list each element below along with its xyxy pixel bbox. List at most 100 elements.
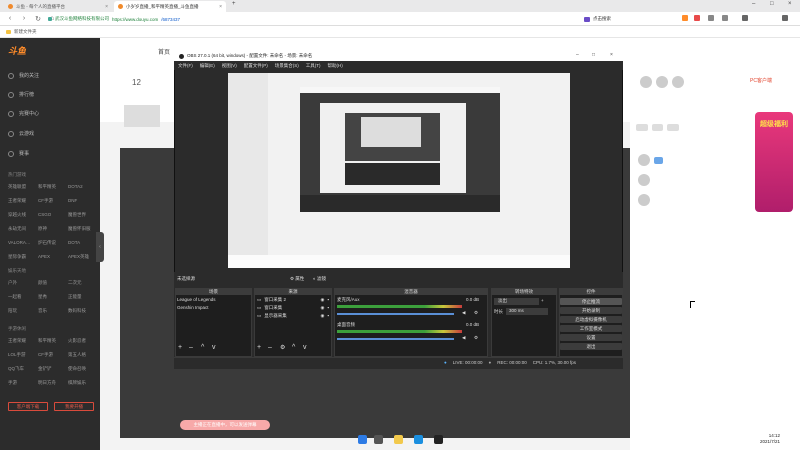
sidebar-game[interactable]: APEX英雄 [68, 254, 98, 260]
new-tab-icon[interactable]: + [232, 1, 236, 7]
menu-file[interactable]: 文件(F) [178, 63, 193, 69]
sidebar-game[interactable]: CF手游 [38, 198, 68, 204]
studio-mode-button[interactable]: 工作室模式 [560, 325, 622, 332]
scene-item[interactable]: League of Legends [177, 297, 216, 302]
sidebar-game[interactable]: 永劫无间 [8, 226, 38, 232]
volume-slider[interactable] [337, 338, 454, 340]
avatar[interactable] [638, 174, 650, 186]
sidebar-mobile[interactable]: QQ飞车 [8, 366, 38, 372]
transition-select[interactable]: 淡出 [494, 298, 539, 305]
browser-tab-2[interactable]: 小岁岁直播_和平精英直播_斗鱼直播 × [114, 1, 226, 12]
url-bar[interactable]: 武汉斗鱼网络科技有限公司 https://www.douyu.com/68734… [48, 14, 588, 24]
eye-icon[interactable]: ◉ [320, 297, 324, 303]
eye-icon[interactable]: ◉ [320, 313, 324, 319]
promo-banner[interactable]: 超级福利 [755, 112, 793, 212]
remove-scene-button[interactable]: – [189, 344, 193, 351]
system-clock[interactable]: 14:12 2021/7/21 [760, 433, 780, 445]
browser-tab-1[interactable]: 斗鱼 - 每个人的直播平台 × [4, 1, 112, 12]
go-live-button[interactable]: 我要开播 [54, 402, 94, 411]
lock-icon[interactable]: ▪ [327, 297, 329, 303]
extension-icon[interactable] [694, 15, 700, 21]
menu-icon[interactable] [742, 15, 748, 21]
gear-icon[interactable]: ⚙ [280, 344, 285, 351]
download-client-button[interactable]: 客户端下载 [8, 402, 48, 411]
sidebar-mobile[interactable]: 第五人格 [68, 352, 98, 358]
rank-tab[interactable] [651, 124, 664, 131]
sidebar-item-match-center[interactable]: 完赛中心 [8, 110, 39, 117]
move-down-icon[interactable]: v [212, 344, 216, 351]
search-icon[interactable] [374, 435, 383, 444]
avatar[interactable] [656, 76, 668, 88]
sidebar-ent[interactable]: 正能量 [68, 294, 98, 300]
source-item[interactable]: ▭ 窗口采集 ◉ ▪ [257, 305, 329, 311]
obs-icon[interactable] [434, 435, 443, 444]
back-icon[interactable]: ‹ [6, 15, 14, 22]
sidebar-game[interactable]: DOTA [68, 240, 98, 246]
add-source-button[interactable]: + [257, 344, 261, 351]
more-icon[interactable] [782, 15, 788, 21]
sidebar-game[interactable]: VALORA… [8, 240, 38, 246]
sidebar-ent[interactable]: 户外 [8, 280, 38, 286]
properties-button[interactable]: ⚙ 属性 [290, 276, 304, 282]
sidebar-game[interactable]: 魔兽世界 [68, 212, 98, 218]
add-transition-button[interactable]: + [541, 298, 544, 303]
obs-preview[interactable] [228, 73, 570, 268]
sidebar-game[interactable]: 英雄联盟 [8, 184, 38, 190]
sidebar-game[interactable]: APEX [38, 254, 68, 260]
speaker-icon[interactable]: ◀ [462, 335, 465, 341]
undo-icon[interactable] [722, 15, 728, 21]
sidebar-game[interactable]: CSGO [38, 212, 68, 218]
sidebar-mobile[interactable]: 使命召唤 [68, 366, 98, 372]
maximize-icon[interactable]: □ [592, 52, 595, 58]
extension-icon[interactable] [682, 15, 688, 21]
sidebar-item-esports[interactable]: 赛事 [8, 150, 29, 157]
sidebar-ent[interactable]: 二次元 [68, 280, 98, 286]
minimize-icon[interactable]: – [752, 1, 755, 7]
sidebar-item-cloud-game[interactable]: 云游戏 [8, 130, 34, 137]
sidebar-mobile[interactable]: 手游 [8, 380, 38, 386]
sidebar-ent[interactable]: 一起看 [8, 294, 38, 300]
sidebar-game[interactable]: 魔兽怀旧服 [68, 226, 98, 232]
cut-icon[interactable] [708, 15, 714, 21]
start-recording-button[interactable]: 开始录制 [560, 307, 622, 314]
source-item[interactable]: ▭ 显示器采集 ◉ ▪ [257, 313, 329, 319]
file-explorer-icon[interactable] [394, 435, 403, 444]
sidebar-item-follow[interactable]: 我的关注 [8, 72, 39, 79]
sidebar-mobile[interactable]: CF手游 [38, 352, 68, 358]
window-close-icon[interactable]: × [788, 1, 792, 7]
scene-item[interactable]: Genshin Impact [177, 305, 209, 310]
menu-scene-collection[interactable]: 场景集合(S) [275, 63, 299, 69]
sidebar-game[interactable]: 星际争霸 [8, 254, 38, 260]
sidebar-mobile[interactable]: 和平精英 [38, 338, 68, 344]
maximize-icon[interactable]: □ [770, 1, 774, 7]
menu-edit[interactable]: 编辑(E) [200, 63, 215, 69]
exit-button[interactable]: 退出 [560, 343, 622, 350]
refresh-icon[interactable]: ↻ [34, 15, 42, 23]
window-close-icon[interactable]: × [610, 52, 613, 58]
minimize-icon[interactable]: – [576, 52, 579, 58]
browser-search-box[interactable]: 点击搜索 [584, 14, 664, 24]
gear-icon[interactable]: ⚙ [474, 335, 478, 341]
avatar[interactable] [638, 194, 650, 206]
sidebar-game[interactable]: DOTA2 [68, 184, 98, 190]
sidebar-game[interactable]: 穿越火线 [8, 212, 38, 218]
eye-icon[interactable]: ◉ [320, 305, 324, 311]
close-icon[interactable]: × [105, 4, 108, 10]
sidebar-game[interactable]: 炉石传说 [38, 240, 68, 246]
remove-source-button[interactable]: – [268, 344, 272, 351]
sidebar-ent[interactable]: 陪玩 [8, 308, 38, 314]
volume-slider[interactable] [337, 313, 454, 315]
move-up-icon[interactable]: ^ [292, 344, 295, 351]
nav-home[interactable]: 首页 [158, 47, 170, 56]
sidebar-mobile[interactable]: 火影忍者 [68, 338, 98, 344]
source-item[interactable]: ▭ 窗口采集 2 ◉ ▪ [257, 297, 329, 303]
sidebar-mobile[interactable]: LOL手游 [8, 352, 38, 358]
lock-icon[interactable]: ▪ [327, 313, 329, 319]
browser-icon[interactable] [414, 435, 423, 444]
avatar[interactable] [672, 76, 684, 88]
sidebar-ent[interactable]: 音乐 [38, 308, 68, 314]
menu-tools[interactable]: 工具(T) [306, 63, 321, 69]
sidebar-ent[interactable]: 数码科技 [68, 308, 98, 314]
add-scene-button[interactable]: + [178, 344, 182, 351]
close-icon[interactable]: × [219, 4, 222, 10]
